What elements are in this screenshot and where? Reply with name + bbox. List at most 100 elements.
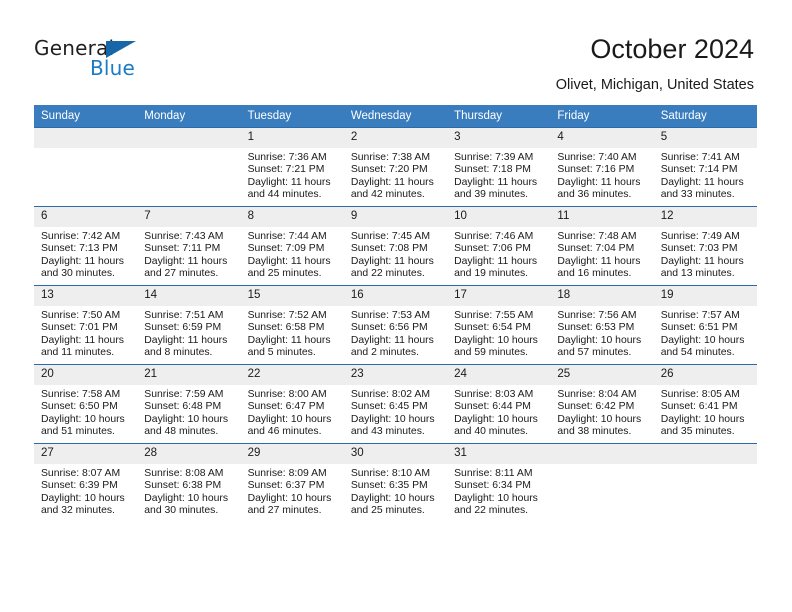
daylight-text-line2: and 30 minutes.: [41, 267, 115, 279]
calendar-day-cell[interactable]: 9 Sunrise: 7:45 AM Sunset: 7:08 PM Daylight…: [343, 206, 448, 286]
sunset-text: Sunset: 7:21 PM: [247, 164, 325, 176]
day-number: 24: [447, 365, 551, 385]
daylight-text-line2: and 39 minutes.: [454, 188, 529, 200]
calendar-day-cell[interactable]: 1 Sunrise: 7:36 AM Sunset: 7:21 PM Daylight…: [240, 127, 344, 207]
sunrise-text: Sunrise: 8:09 AM: [247, 468, 327, 479]
daylight-text-line1: Daylight: 11 hours: [454, 176, 538, 188]
calendar-day-cell[interactable]: 19 Sunrise: 7:57 AM Sunset: 6:51 PM Dayligh…: [653, 285, 757, 365]
sunset-text: Sunset: 7:16 PM: [557, 164, 635, 176]
calendar-day-cell[interactable]: 23 Sunrise: 8:02 AM Sunset: 6:45 PM Dayligh…: [343, 364, 448, 444]
calendar-day-cell[interactable]: 3 Sunrise: 7:39 AM Sunset: 7:18 PM Daylight…: [447, 127, 551, 207]
day-number: 21: [137, 365, 241, 385]
sunset-text: Sunset: 6:53 PM: [557, 322, 635, 334]
sunset-text: Sunset: 6:50 PM: [41, 401, 118, 413]
calendar-day-cell[interactable]: 30 Sunrise: 8:10 AM Sunset: 6:35 PM Dayligh…: [343, 443, 448, 522]
daylight-text-line2: and 57 minutes.: [557, 346, 632, 358]
sunrise-text: Sunrise: 7:51 AM: [144, 310, 224, 321]
daylight-text-line1: Daylight: 11 hours: [144, 255, 228, 267]
calendar-day-cell[interactable]: 10 Sunrise: 7:46 AM Sunset: 7:06 PM Dayligh…: [447, 206, 551, 286]
day-sun-info: Sunrise: 8:03 AM Sunset: 6:44 PM Daylight:…: [447, 385, 550, 438]
page-title: October 2024: [590, 34, 754, 64]
sunset-text: Sunset: 7:20 PM: [350, 164, 428, 176]
day-number: 31: [447, 444, 551, 464]
day-number: 8: [240, 207, 344, 227]
calendar-day-cell[interactable]: 17 Sunrise: 7:55 AM Sunset: 6:54 PM Dayligh…: [447, 285, 551, 365]
sunset-text: Sunset: 6:37 PM: [247, 480, 325, 492]
calendar-day-cell[interactable]: 27 Sunrise: 8:07 AM Sunset: 6:39 PM Dayligh…: [34, 443, 138, 522]
calendar-day-cell[interactable]: 6 Sunrise: 7:42 AM Sunset: 7:13 PM Daylight…: [34, 206, 138, 286]
weekday-header-wednesday: Wednesday: [343, 105, 448, 128]
calendar-day-cell[interactable]: 15 Sunrise: 7:52 AM Sunset: 6:58 PM Dayligh…: [240, 285, 344, 365]
day-number: 12: [653, 207, 757, 227]
calendar-day-cell[interactable]: 22 Sunrise: 8:00 AM Sunset: 6:47 PM Dayligh…: [240, 364, 344, 444]
calendar-day-cell[interactable]: 5 Sunrise: 7:41 AM Sunset: 7:14 PM Daylight…: [653, 127, 757, 207]
logo-text-blue: Blue: [90, 56, 136, 80]
weekday-header-tuesday: Tuesday: [240, 105, 344, 128]
sunset-text: Sunset: 6:51 PM: [660, 322, 738, 334]
day-sun-info: Sunrise: 7:59 AM Sunset: 6:48 PM Daylight:…: [137, 385, 240, 438]
calendar-week-row: 20 Sunrise: 7:58 AM Sunset: 6:50 PM Dayligh…: [34, 364, 757, 444]
calendar-day-cell[interactable]: 7 Sunrise: 7:43 AM Sunset: 7:11 PM Daylight…: [137, 206, 241, 286]
day-sun-info: Sunrise: 7:43 AM Sunset: 7:11 PM Daylight:…: [137, 227, 240, 280]
calendar-day-cell[interactable]: 12 Sunrise: 7:49 AM Sunset: 7:03 PM Dayligh…: [653, 206, 757, 286]
calendar-day-cell[interactable]: 20 Sunrise: 7:58 AM Sunset: 6:50 PM Dayligh…: [34, 364, 138, 444]
day-sun-info: Sunrise: 8:05 AM Sunset: 6:41 PM Daylight:…: [654, 385, 757, 438]
sunrise-text: Sunrise: 7:59 AM: [144, 389, 224, 400]
daylight-text-line1: Daylight: 11 hours: [660, 255, 744, 267]
calendar-day-cell[interactable]: 26 Sunrise: 8:05 AM Sunset: 6:41 PM Dayligh…: [653, 364, 757, 444]
calendar-day-cell[interactable]: 13 Sunrise: 7:50 AM Sunset: 7:01 PM Dayligh…: [34, 285, 138, 365]
sunset-text: Sunset: 7:08 PM: [350, 243, 428, 255]
day-sun-info: Sunrise: 7:51 AM Sunset: 6:59 PM Daylight:…: [137, 306, 240, 359]
sunset-text: Sunset: 7:03 PM: [660, 243, 738, 255]
day-number: 5: [653, 128, 757, 148]
sunset-text: Sunset: 7:04 PM: [557, 243, 635, 255]
calendar-cell-empty: [550, 443, 654, 522]
daylight-text-line2: and 40 minutes.: [454, 425, 529, 437]
sunrise-text: Sunrise: 7:43 AM: [144, 231, 224, 242]
daylight-text-line2: and 11 minutes.: [41, 346, 115, 358]
day-number: 18: [550, 286, 654, 306]
sunset-text: Sunset: 7:18 PM: [454, 164, 531, 176]
sunset-text: Sunset: 7:01 PM: [41, 322, 118, 334]
sunrise-text: Sunrise: 7:42 AM: [41, 231, 121, 242]
calendar-day-cell[interactable]: 24 Sunrise: 8:03 AM Sunset: 6:44 PM Dayligh…: [447, 364, 551, 444]
day-number: 7: [137, 207, 241, 227]
daylight-text-line2: and 35 minutes.: [660, 425, 735, 437]
calendar-day-cell[interactable]: 21 Sunrise: 7:59 AM Sunset: 6:48 PM Dayligh…: [137, 364, 241, 444]
sunrise-text: Sunrise: 8:07 AM: [41, 468, 121, 479]
day-sun-info: Sunrise: 8:00 AM Sunset: 6:47 PM Daylight:…: [241, 385, 344, 438]
daylight-text-line2: and 43 minutes.: [350, 425, 425, 437]
daylight-text-line2: and 13 minutes.: [660, 267, 735, 279]
calendar-day-cell[interactable]: 25 Sunrise: 8:04 AM Sunset: 6:42 PM Dayligh…: [550, 364, 654, 444]
calendar-day-cell[interactable]: 4 Sunrise: 7:40 AM Sunset: 7:16 PM Daylight…: [550, 127, 654, 207]
day-number: 30: [343, 444, 448, 464]
daylight-text-line2: and 46 minutes.: [247, 425, 322, 437]
daylight-text-line2: and 27 minutes.: [247, 504, 322, 516]
general-blue-logo[interactable]: General Blue: [34, 36, 164, 80]
day-number: 26: [653, 365, 757, 385]
daylight-text-line2: and 32 minutes.: [41, 504, 115, 516]
calendar-day-cell[interactable]: 16 Sunrise: 7:53 AM Sunset: 6:56 PM Dayligh…: [343, 285, 448, 365]
daylight-text-line2: and 33 minutes.: [660, 188, 735, 200]
day-sun-info: Sunrise: 8:09 AM Sunset: 6:37 PM Daylight:…: [241, 464, 344, 517]
calendar-day-cell[interactable]: 8 Sunrise: 7:44 AM Sunset: 7:09 PM Daylight…: [240, 206, 344, 286]
day-number: 2: [343, 128, 448, 148]
daylight-text-line1: Daylight: 10 hours: [454, 334, 538, 346]
day-sun-info: Sunrise: 7:49 AM Sunset: 7:03 PM Daylight:…: [654, 227, 757, 280]
calendar-day-cell[interactable]: 31 Sunrise: 8:11 AM Sunset: 6:34 PM Dayligh…: [447, 443, 551, 522]
calendar-day-cell[interactable]: 2 Sunrise: 7:38 AM Sunset: 7:20 PM Daylight…: [343, 127, 448, 207]
daylight-text-line1: Daylight: 10 hours: [557, 334, 642, 346]
weekday-header-monday: Monday: [137, 105, 241, 128]
day-number: 11: [550, 207, 654, 227]
calendar-day-cell[interactable]: 14 Sunrise: 7:51 AM Sunset: 6:59 PM Dayligh…: [137, 285, 241, 365]
day-number: [550, 444, 654, 464]
day-number: 23: [343, 365, 448, 385]
calendar-day-cell[interactable]: 28 Sunrise: 8:08 AM Sunset: 6:38 PM Dayligh…: [137, 443, 241, 522]
calendar-day-cell[interactable]: 11 Sunrise: 7:48 AM Sunset: 7:04 PM Dayligh…: [550, 206, 654, 286]
sunset-text: Sunset: 6:38 PM: [144, 480, 222, 492]
daylight-text-line2: and 54 minutes.: [660, 346, 735, 358]
calendar-day-cell[interactable]: 29 Sunrise: 8:09 AM Sunset: 6:37 PM Dayligh…: [240, 443, 344, 522]
daylight-text-line2: and 19 minutes.: [454, 267, 529, 279]
sunrise-text: Sunrise: 8:03 AM: [454, 389, 534, 400]
calendar-day-cell[interactable]: 18 Sunrise: 7:56 AM Sunset: 6:53 PM Dayligh…: [550, 285, 654, 365]
